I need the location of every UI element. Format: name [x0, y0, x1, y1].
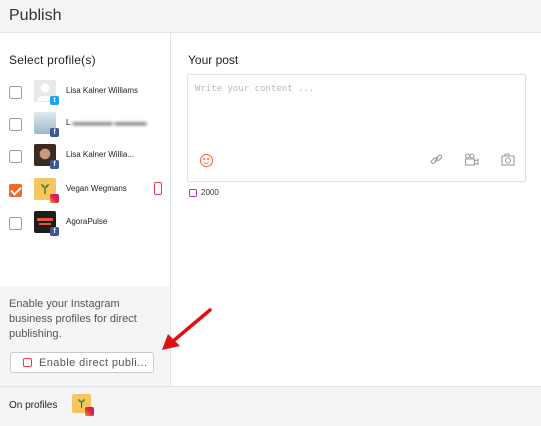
instagram-icon — [50, 194, 59, 203]
mobile-phone-icon — [154, 182, 162, 195]
annotation-arrow-icon — [162, 308, 212, 350]
instagram-icon — [85, 407, 94, 416]
profile-item-agorapulse[interactable]: f AgoraPulse — [0, 211, 170, 237]
post-editor[interactable]: Write your content ... — [187, 74, 526, 182]
instagram-icon — [189, 188, 197, 197]
footer-bar: On profiles — [0, 386, 541, 426]
facebook-icon: f — [50, 128, 59, 137]
promo-text: Enable your Instagram business profiles … — [9, 298, 137, 340]
profile-name: L ▬▬▬▬▬ ▬▬▬▬ — [66, 118, 147, 127]
video-icon[interactable] — [464, 153, 479, 169]
profile-name: Lisa Kalner Williams — [66, 86, 139, 95]
profile-item-vegan-wegmans[interactable]: Vegan Wegmans — [0, 178, 170, 204]
publish-header: Publish — [0, 0, 541, 33]
avatar: f — [34, 211, 59, 236]
char-count-value: 2000 — [201, 188, 219, 197]
instagram-icon — [23, 358, 32, 367]
profile-checkbox[interactable] — [9, 86, 22, 99]
facebook-icon: f — [50, 227, 59, 236]
button-label: Enable direct publi... — [39, 357, 148, 369]
profile-checkbox-checked[interactable] — [9, 184, 22, 197]
link-icon[interactable] — [430, 153, 443, 169]
profile-checkbox[interactable] — [9, 118, 22, 131]
select-profiles-heading: Select profile(s) — [9, 53, 96, 67]
instagram-promo-panel: Enable your Instagram business profiles … — [0, 286, 170, 386]
blurred-name: ▬▬▬▬▬ ▬▬▬▬ — [72, 118, 147, 127]
selected-profile-avatar[interactable] — [72, 394, 94, 416]
profile-item-lisa-facebook[interactable]: f Lisa Kalner Willia... — [0, 144, 170, 170]
content-placeholder[interactable]: Write your content ... — [195, 84, 314, 94]
camera-icon[interactable] — [501, 153, 515, 169]
page-title: Publish — [9, 7, 62, 24]
avatar: t — [34, 80, 59, 105]
enable-direct-publishing-button[interactable]: Enable direct publi... — [10, 352, 154, 373]
twitter-icon: t — [50, 96, 59, 105]
profile-sidebar: Select profile(s) t Lisa Kalner Williams… — [0, 33, 171, 386]
on-profiles-label: On profiles — [9, 400, 58, 411]
profile-checkbox[interactable] — [9, 217, 22, 230]
facebook-icon: f — [50, 160, 59, 169]
profile-item-lisa-twitter[interactable]: t Lisa Kalner Williams — [0, 80, 170, 106]
avatar — [34, 178, 59, 203]
profile-name: Vegan Wegmans — [66, 184, 127, 193]
avatar: f — [34, 144, 59, 169]
profile-checkbox[interactable] — [9, 150, 22, 163]
avatar: f — [34, 112, 59, 137]
profile-name: Lisa Kalner Willia... — [66, 150, 135, 159]
your-post-heading: Your post — [188, 53, 239, 67]
profile-name: AgoraPulse — [66, 217, 108, 226]
char-counter: 2000 — [189, 188, 219, 197]
emoji-icon[interactable] — [200, 154, 213, 167]
profile-item-blurred-facebook[interactable]: f L ▬▬▬▬▬ ▬▬▬▬ — [0, 112, 170, 138]
